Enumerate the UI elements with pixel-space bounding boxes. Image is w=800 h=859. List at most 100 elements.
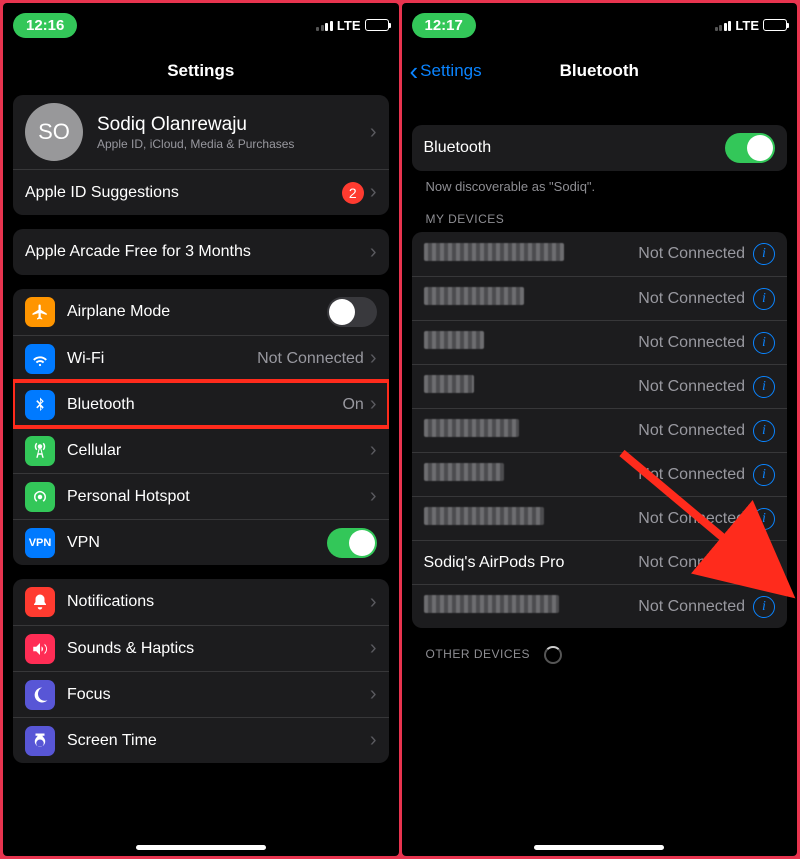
chevron-left-icon: ‹ (410, 58, 419, 84)
general-group: Notifications › Sounds & Haptics › Focus… (13, 579, 389, 763)
notifications-row[interactable]: Notifications › (13, 579, 389, 625)
screentime-icon (25, 726, 55, 756)
row-label: Bluetooth (67, 396, 342, 414)
device-row[interactable]: Sodiq's AirPods ProNot Connected i (412, 540, 788, 584)
device-row[interactable]: Not Connected i (412, 276, 788, 320)
device-name (424, 243, 639, 266)
arcade-row[interactable]: Apple Arcade Free for 3 Months › (13, 229, 389, 275)
info-icon[interactable]: i (753, 420, 775, 442)
info-icon[interactable]: i (753, 376, 775, 398)
info-icon[interactable]: i (753, 596, 775, 618)
row-label: Focus (67, 686, 370, 704)
profile-group: SO Sodiq Olanrewaju Apple ID, iCloud, Me… (13, 95, 389, 215)
phone-bluetooth: 12:17 LTE ‹ Settings Bluetooth Bluetooth… (402, 3, 798, 856)
page-title: Bluetooth (560, 61, 639, 81)
arcade-group: Apple Arcade Free for 3 Months › (13, 229, 389, 275)
home-indicator[interactable] (136, 845, 266, 850)
wifi-row[interactable]: Wi-Fi Not Connected › (13, 335, 389, 381)
row-label: Notifications (67, 593, 370, 611)
focus-row[interactable]: Focus › (13, 671, 389, 717)
device-row[interactable]: Not Connected i (412, 364, 788, 408)
row-label: VPN (67, 534, 327, 552)
screentime-row[interactable]: Screen Time › (13, 717, 389, 763)
notifications-icon (25, 587, 55, 617)
info-icon[interactable]: i (753, 508, 775, 530)
device-row[interactable]: Not Connectedi (412, 232, 788, 276)
device-name: Sodiq's AirPods Pro (424, 554, 639, 572)
battery-icon (763, 19, 787, 31)
apple-id-suggestions-row[interactable]: Apple ID Suggestions 2 › (13, 169, 389, 215)
home-indicator[interactable] (534, 845, 664, 850)
row-label: Screen Time (67, 732, 370, 750)
chevron-right-icon: › (370, 241, 377, 264)
row-label: Wi-Fi (67, 350, 257, 368)
sounds-row[interactable]: Sounds & Haptics › (13, 625, 389, 671)
device-status: Not Connected (638, 466, 745, 484)
device-name (424, 463, 639, 486)
chevron-right-icon: › (370, 729, 377, 752)
status-bar: 12:17 LTE (402, 3, 798, 47)
device-name (424, 287, 639, 310)
device-name (424, 331, 639, 354)
bluetooth-icon (25, 390, 55, 420)
row-label: Sounds & Haptics (67, 640, 370, 658)
row-label: Airplane Mode (67, 303, 327, 321)
info-icon[interactable]: i (753, 552, 775, 574)
device-row[interactable]: Not Connected i (412, 584, 788, 628)
info-icon[interactable]: i (753, 288, 775, 310)
device-status: Not Connected (638, 378, 745, 396)
apple-id-row[interactable]: SO Sodiq Olanrewaju Apple ID, iCloud, Me… (13, 95, 389, 169)
status-right: LTE (715, 18, 787, 33)
other-devices-header: OTHER DEVICES (412, 628, 788, 670)
device-status: Not Connected (638, 290, 745, 308)
info-icon[interactable]: i (753, 332, 775, 354)
vpn-row[interactable]: VPN VPN (13, 519, 389, 565)
chevron-right-icon: › (370, 181, 377, 204)
hotspot-row[interactable]: Personal Hotspot › (13, 473, 389, 519)
bluetooth-toggle-group: Bluetooth (412, 125, 788, 171)
row-label: Cellular (67, 442, 370, 460)
back-label: Settings (420, 61, 481, 81)
cellular-row[interactable]: Cellular › (13, 427, 389, 473)
device-row[interactable]: Not Connected i (412, 408, 788, 452)
bluetooth-row[interactable]: Bluetooth On › (13, 381, 389, 427)
my-devices-header: MY DEVICES (412, 194, 788, 232)
airplane-toggle[interactable] (327, 297, 377, 327)
chevron-right-icon: › (370, 121, 377, 144)
avatar: SO (25, 103, 83, 161)
back-button[interactable]: ‹ Settings (410, 58, 482, 84)
device-status: Not Connected (638, 554, 745, 572)
screenshot-pair: 12:16 LTE Settings SO Sodiq Olanrewaju A… (0, 0, 800, 859)
vpn-icon: VPN (25, 528, 55, 558)
device-row[interactable]: Not Connected i (412, 496, 788, 540)
wifi-icon (25, 344, 55, 374)
device-row[interactable]: Not Connectedi (412, 320, 788, 364)
settings-scroll[interactable]: SO Sodiq Olanrewaju Apple ID, iCloud, Me… (3, 95, 399, 856)
page-title: Settings (167, 61, 234, 81)
profile-subtitle: Apple ID, iCloud, Media & Purchases (97, 137, 370, 151)
row-value: Not Connected (257, 350, 364, 368)
info-icon[interactable]: i (753, 464, 775, 486)
device-row[interactable]: Not Connected i (412, 452, 788, 496)
nav-bar: ‹ Settings Bluetooth (402, 47, 798, 95)
row-label: Personal Hotspot (67, 488, 370, 506)
bluetooth-scroll[interactable]: Bluetooth Now discoverable as "Sodiq". M… (402, 95, 798, 856)
chevron-right-icon: › (370, 683, 377, 706)
vpn-toggle[interactable] (327, 528, 377, 558)
row-label: Apple Arcade Free for 3 Months (25, 243, 370, 261)
bluetooth-toggle[interactable] (725, 133, 775, 163)
bluetooth-toggle-row[interactable]: Bluetooth (412, 125, 788, 171)
chevron-right-icon: › (370, 393, 377, 416)
device-name (424, 375, 639, 398)
device-status: Not Connected (638, 422, 745, 440)
device-status: Not Connected (638, 510, 745, 528)
cellular-icon (25, 436, 55, 466)
airplane-mode-row[interactable]: Airplane Mode (13, 289, 389, 335)
info-icon[interactable]: i (753, 243, 775, 265)
signal-bars-icon (316, 20, 333, 31)
chevron-right-icon: › (370, 637, 377, 660)
chevron-right-icon: › (370, 439, 377, 462)
row-label: Bluetooth (424, 139, 726, 157)
my-devices-group: Not Connected i Not Connected i Not Connecte… (412, 232, 788, 628)
device-status: Not Connected (638, 598, 745, 616)
